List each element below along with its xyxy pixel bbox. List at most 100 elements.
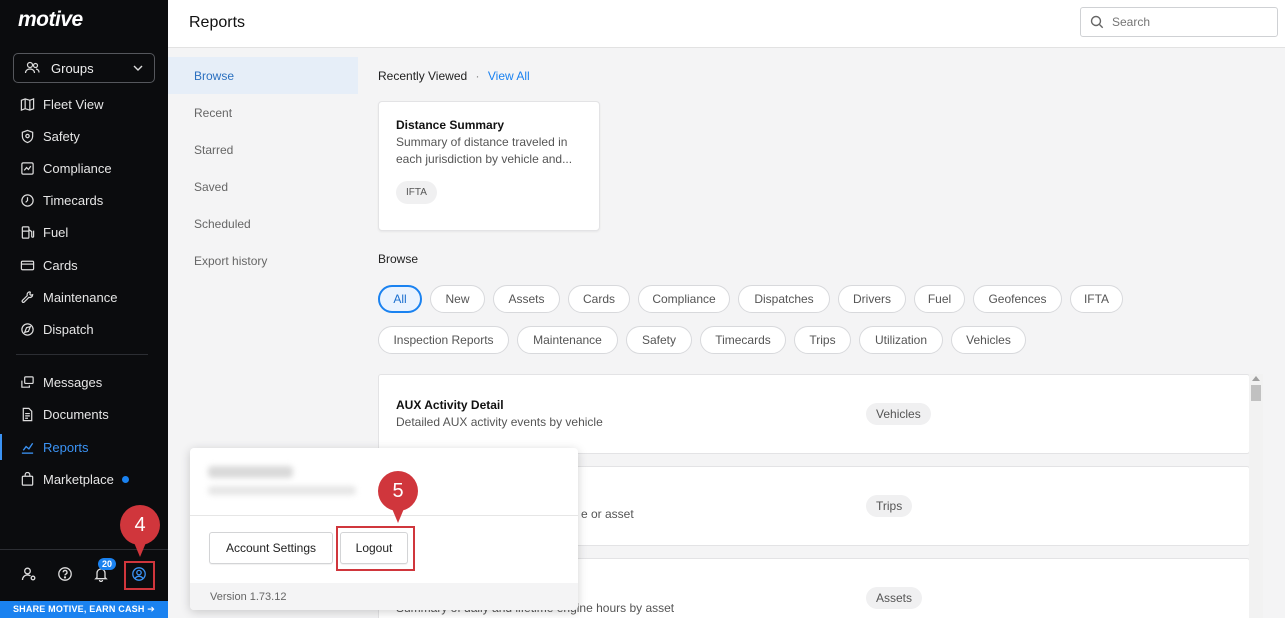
subnav-item-starred[interactable]: Starred: [168, 131, 358, 168]
sidebar-item-label: Maintenance: [43, 289, 118, 305]
page-header: Reports: [168, 0, 1285, 48]
chip-geofences[interactable]: Geofences: [973, 285, 1062, 313]
search-box[interactable]: [1080, 7, 1278, 37]
sidebar-item-label: Documents: [43, 406, 109, 422]
sidebar-item-messages[interactable]: Messages: [0, 367, 168, 397]
search-input[interactable]: [1112, 15, 1262, 29]
sidebar-item-marketplace[interactable]: Marketplace: [0, 464, 168, 494]
chip-utilization[interactable]: Utilization: [859, 326, 943, 354]
report-title: AUX Activity Detail: [396, 398, 504, 412]
report-row[interactable]: AUX Activity Detail Detailed AUX activit…: [378, 374, 1250, 454]
report-tag: Assets: [866, 587, 923, 609]
sidebar-item-label: Fuel: [43, 224, 69, 240]
sidebar-item-maintenance[interactable]: Maintenance: [0, 282, 168, 312]
scrollbar-thumb[interactable]: [1251, 385, 1261, 401]
subnav-item-saved[interactable]: Saved: [168, 168, 358, 205]
chip-timecards[interactable]: Timecards: [700, 326, 786, 354]
chip-all[interactable]: All: [378, 285, 422, 313]
new-indicator-dot: [121, 475, 129, 483]
sidebar-divider: [16, 354, 148, 355]
recent-report-card[interactable]: Distance Summary Summary of distance tra…: [378, 101, 600, 231]
groups-dropdown[interactable]: Groups: [13, 53, 155, 83]
fuel-icon: [21, 225, 35, 239]
subnav-item-scheduled[interactable]: Scheduled: [168, 205, 358, 242]
chip-ifta[interactable]: IFTA: [1070, 285, 1123, 313]
scroll-up-arrow-icon[interactable]: [1252, 376, 1260, 381]
sidebar-item-dispatch[interactable]: Dispatch: [0, 314, 168, 344]
report-title: Distance Summary: [396, 118, 505, 132]
subnav-item-browse[interactable]: Browse: [168, 57, 358, 94]
user-email-redacted: [208, 486, 356, 495]
chip-inspection-reports[interactable]: Inspection Reports: [378, 326, 509, 354]
search-icon: [1090, 15, 1104, 29]
sidebar-item-label: Cards: [43, 257, 78, 273]
subnav-item-export-history[interactable]: Export history: [168, 242, 358, 279]
notification-count-badge: 20: [98, 558, 117, 570]
sidebar-item-cards[interactable]: Cards: [0, 250, 168, 280]
bag-icon: [21, 471, 34, 486]
chip-dispatches[interactable]: Dispatches: [738, 285, 830, 313]
recently-viewed-heading: Recently Viewed · View All: [378, 69, 530, 83]
document-icon: [22, 407, 33, 421]
clock-icon: [21, 193, 34, 207]
step-5-marker: 5: [378, 471, 418, 525]
version-footer: Version 1.73.12: [190, 583, 578, 610]
chip-assets[interactable]: Assets: [493, 285, 560, 313]
account-settings-button[interactable]: Account Settings: [209, 532, 333, 564]
map-icon: [20, 97, 35, 111]
browse-heading: Browse: [378, 252, 419, 266]
sidebar-item-timecards[interactable]: Timecards: [0, 185, 168, 215]
sidebar-item-label: Safety: [43, 128, 80, 144]
chip-maintenance[interactable]: Maintenance: [517, 326, 618, 354]
chip-fuel[interactable]: Fuel: [914, 285, 965, 313]
chip-safety[interactable]: Safety: [626, 326, 692, 354]
sidebar-item-label: Compliance: [43, 160, 112, 176]
users-icon: [24, 61, 40, 74]
chevron-down-icon: [133, 65, 143, 71]
recently-viewed-label: Recently Viewed: [378, 69, 468, 83]
sidebar-item-label: Marketplace: [43, 471, 114, 487]
report-tag: IFTA: [396, 181, 437, 204]
chip-cards[interactable]: Cards: [568, 285, 630, 313]
chart-icon: [21, 442, 34, 454]
sidebar-item-documents[interactable]: Documents: [0, 399, 168, 429]
sidebar-item-reports[interactable]: Reports: [0, 432, 168, 462]
motive-logo[interactable]: motive: [18, 8, 83, 32]
report-tag: Trips: [866, 495, 913, 517]
wrench-icon: [21, 290, 34, 303]
step-number: 4: [120, 505, 160, 545]
user-settings-icon[interactable]: [21, 566, 37, 582]
sidebar-item-compliance[interactable]: Compliance: [0, 153, 168, 183]
step-number: 5: [378, 471, 418, 511]
chip-trips[interactable]: Trips: [794, 326, 851, 354]
sidebar-item-label: Reports: [43, 439, 89, 455]
chip-compliance[interactable]: Compliance: [638, 285, 730, 313]
card-icon: [20, 260, 35, 270]
shield-icon: [21, 129, 34, 143]
sidebar-item-safety[interactable]: Safety: [0, 121, 168, 151]
sidebar-item-label: Dispatch: [43, 321, 94, 337]
sidebar-item-fuel[interactable]: Fuel: [0, 217, 168, 247]
report-description: Summary of distance traveled in each jur…: [396, 135, 573, 166]
report-tag: Vehicles: [866, 403, 931, 425]
scrollbar-track[interactable]: [1249, 374, 1263, 618]
separator-dot: ·: [475, 69, 480, 83]
compliance-icon: [21, 161, 34, 175]
message-icon: [21, 375, 34, 388]
report-description: e or asset: [581, 507, 634, 521]
chip-drivers[interactable]: Drivers: [838, 285, 906, 313]
chip-new[interactable]: New: [430, 285, 485, 313]
sidebar-item-label: Timecards: [43, 192, 104, 208]
groups-label: Groups: [51, 60, 94, 76]
chip-vehicles[interactable]: Vehicles: [951, 326, 1026, 354]
view-all-link[interactable]: View All: [488, 69, 530, 83]
page-title: Reports: [189, 14, 246, 31]
help-icon[interactable]: [57, 566, 73, 582]
account-icon-highlight: [124, 561, 155, 590]
share-promo-banner[interactable]: SHARE MOTIVE, EARN CASH ➔: [0, 601, 168, 618]
subnav-item-recent[interactable]: Recent: [168, 94, 358, 131]
dispatch-icon: [21, 322, 34, 336]
sidebar-item-fleet-view[interactable]: Fleet View: [0, 89, 168, 119]
user-name-redacted: [208, 466, 293, 478]
sidebar-item-label: Fleet View: [43, 96, 104, 112]
